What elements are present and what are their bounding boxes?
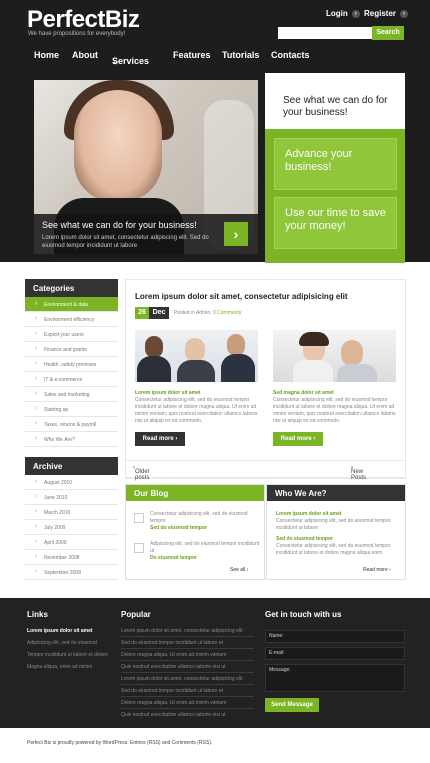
who-link[interactable]: Sed do eiusmod tempor <box>276 536 333 542</box>
category-item[interactable]: Health, safety premises <box>25 357 118 372</box>
category-item[interactable]: Exploit your users <box>25 327 118 342</box>
popular-link[interactable]: Quis nostrud exercitation ullamco labori… <box>121 712 226 718</box>
send-message-button[interactable]: Send Message <box>265 698 319 712</box>
category-item[interactable]: Taxes, returns & payroll <box>25 417 118 432</box>
post-title[interactable]: Lorem ipsum dolor sit amet, consectetur … <box>135 292 348 301</box>
read-more-button[interactable]: Read more › <box>273 432 323 446</box>
post-date-month: Dec <box>149 307 169 319</box>
pagination: ‹ Older posts New Posts › <box>125 460 406 481</box>
popular-link[interactable]: Lorem ipsum dolor sit amet, consectetur … <box>121 676 242 682</box>
popular-link[interactable]: Quis nostrud exercitation ullamco labori… <box>121 664 226 670</box>
post-col2-text: Consectetur adipisicing elit, sed do eiu… <box>273 397 396 424</box>
footer-link[interactable]: Adipisicing elit, sed do eiusmod <box>27 640 97 646</box>
nav-contacts[interactable]: Contacts <box>271 50 310 60</box>
who-text: Consectetur adipisicing elit, sed do eiu… <box>276 518 391 531</box>
footer-link[interactable]: Tempor incididunt ut labore et dolore <box>27 652 108 658</box>
popular-link[interactable]: Lorem ipsum dolor sit amet, consectetur … <box>121 628 242 634</box>
category-item[interactable]: Finance and grants <box>25 342 118 357</box>
archive-item[interactable]: April 2009 <box>25 535 118 550</box>
category-item[interactable]: IT & e-commerce <box>25 372 118 387</box>
archive-item[interactable]: November 2008 <box>25 550 118 565</box>
category-item[interactable]: Sales and marketing <box>25 387 118 402</box>
who-link[interactable]: Lorem ipsum dolor sit amet <box>276 511 342 517</box>
category-item[interactable]: Environment efficiency <box>25 312 118 327</box>
archive-item[interactable]: September 2008 <box>25 565 118 580</box>
blog-item-text: Adipisicing elit, sed do eiusmod tempor … <box>150 541 260 554</box>
hero-caption-title: See what we can do for your business! <box>42 220 197 230</box>
our-blog-title: Our Blog <box>126 485 264 501</box>
search-button[interactable]: Search <box>372 26 404 40</box>
blog-thumb-icon <box>134 543 144 553</box>
nav-tutorials[interactable]: Tutorials <box>222 50 259 60</box>
who-read-more-link[interactable]: Read more › <box>363 567 391 573</box>
post-image-business-team <box>135 330 258 382</box>
footer-contact-title: Get in touch with us <box>265 610 342 619</box>
category-item[interactable]: Starting up <box>25 402 118 417</box>
categories-title: Categories <box>25 279 118 297</box>
popular-link[interactable]: Dolore magna aliqua. Ut enim ad minim ve… <box>121 652 226 658</box>
login-arrow-icon: › <box>351 9 360 18</box>
popular-link[interactable]: Sed do eiusmod tempor incididunt ut labo… <box>121 640 223 646</box>
older-posts-link[interactable]: ‹ Older posts <box>133 465 150 481</box>
post-meta: Posted in Admin, 0 Comments <box>174 310 242 316</box>
who-we-are-box: Who We Are? Lorem ipsum dolor sit amet C… <box>266 484 406 580</box>
archive-item[interactable]: June 2010 <box>25 490 118 505</box>
featured-post: Lorem ipsum dolor sit amet, consectetur … <box>125 279 406 479</box>
blog-thumb-icon <box>134 513 144 523</box>
footer-popular-title: Popular <box>121 610 151 619</box>
chevron-down-icon: ⌄ <box>112 56 120 66</box>
footer-link[interactable]: Magna aliqua, enim ad minim <box>27 664 92 670</box>
blog-item-text: Consectetur adipisicing elit, sed do eiu… <box>150 511 248 524</box>
hero-side-title: See what we can do for your business! <box>283 95 388 118</box>
post-col2-link[interactable]: Sed magna dolor sit amet <box>273 390 334 396</box>
archive-item[interactable]: March 2010 <box>25 505 118 520</box>
register-link[interactable]: Register › <box>364 9 409 18</box>
footer-link[interactable]: Lorem ipsum dolor sit amet <box>27 628 93 634</box>
post-col1-link[interactable]: Lorem ipsum dolor sit amet <box>135 390 201 396</box>
hero-box-advance[interactable]: Advance your business! <box>274 138 397 190</box>
archive-title: Archive <box>25 457 118 475</box>
sidebar: Categories Environment & data Environmen… <box>25 279 118 580</box>
search-input[interactable] <box>278 27 372 39</box>
nav-features[interactable]: Features <box>173 50 211 60</box>
archive-item[interactable]: August 2010 <box>25 475 118 490</box>
popular-link[interactable]: Sed do eiusmod tempor incididunt ut labo… <box>121 688 223 694</box>
our-blog-box: Our Blog Consectetur adipisicing elit, s… <box>125 484 265 580</box>
hero-caption-text: Lorem ipsum dolor sit amet, consectetur … <box>42 235 209 249</box>
site-tagline: We have propositions for everybody! <box>28 31 126 37</box>
contact-name-field[interactable]: Name: <box>265 630 405 643</box>
post-comments-link[interactable]: 0 Comments <box>213 310 241 316</box>
category-item[interactable]: Who We Are? <box>25 432 118 447</box>
contact-message-field[interactable]: Message: <box>265 664 405 692</box>
who-text: Consectetur adipisicing elit, sed do eiu… <box>276 543 391 556</box>
hero-side-panel: See what we can do for your business! Ad… <box>265 73 405 263</box>
hero-caption: See what we can do for your business! Lo… <box>34 214 258 254</box>
newer-posts-link[interactable]: New Posts › <box>351 465 366 481</box>
post-image-couple <box>273 330 396 382</box>
category-item[interactable]: Environment & data <box>25 297 118 312</box>
site-logo[interactable]: PerfectBiz <box>27 6 140 34</box>
nav-about[interactable]: About <box>72 50 98 60</box>
blog-item-link[interactable]: Sed do eiusmod tempor <box>150 525 207 531</box>
archive-item[interactable]: July 2009 <box>25 520 118 535</box>
blog-item-link[interactable]: Do eiusmod tempor <box>150 555 197 561</box>
post-col1-text: Consectetur adipisicing elit, sed do eiu… <box>135 397 258 424</box>
copyright-text: Perfect Biz is proudly powered by WordPr… <box>27 740 213 746</box>
main-navigation: Home About Services ⌄ Features Tutorials… <box>34 50 310 66</box>
post-date-day: 26 <box>135 307 149 319</box>
login-link[interactable]: Login › <box>326 9 360 18</box>
hero-next-arrow-icon[interactable]: › <box>224 222 248 246</box>
see-all-link[interactable]: See all › <box>230 567 248 573</box>
contact-email-field[interactable]: E-mail: <box>265 647 405 660</box>
nav-home[interactable]: Home <box>34 50 59 60</box>
read-more-button[interactable]: Read more › <box>135 432 185 446</box>
who-we-are-title: Who We Are? <box>267 485 405 501</box>
popular-link[interactable]: Dolore magna aliqua. Ut enim ad minim ve… <box>121 700 226 706</box>
hero-box-save[interactable]: Use our time to save your money! <box>274 197 397 249</box>
footer-links-title: Links <box>27 610 48 619</box>
register-arrow-icon: › <box>400 9 409 18</box>
